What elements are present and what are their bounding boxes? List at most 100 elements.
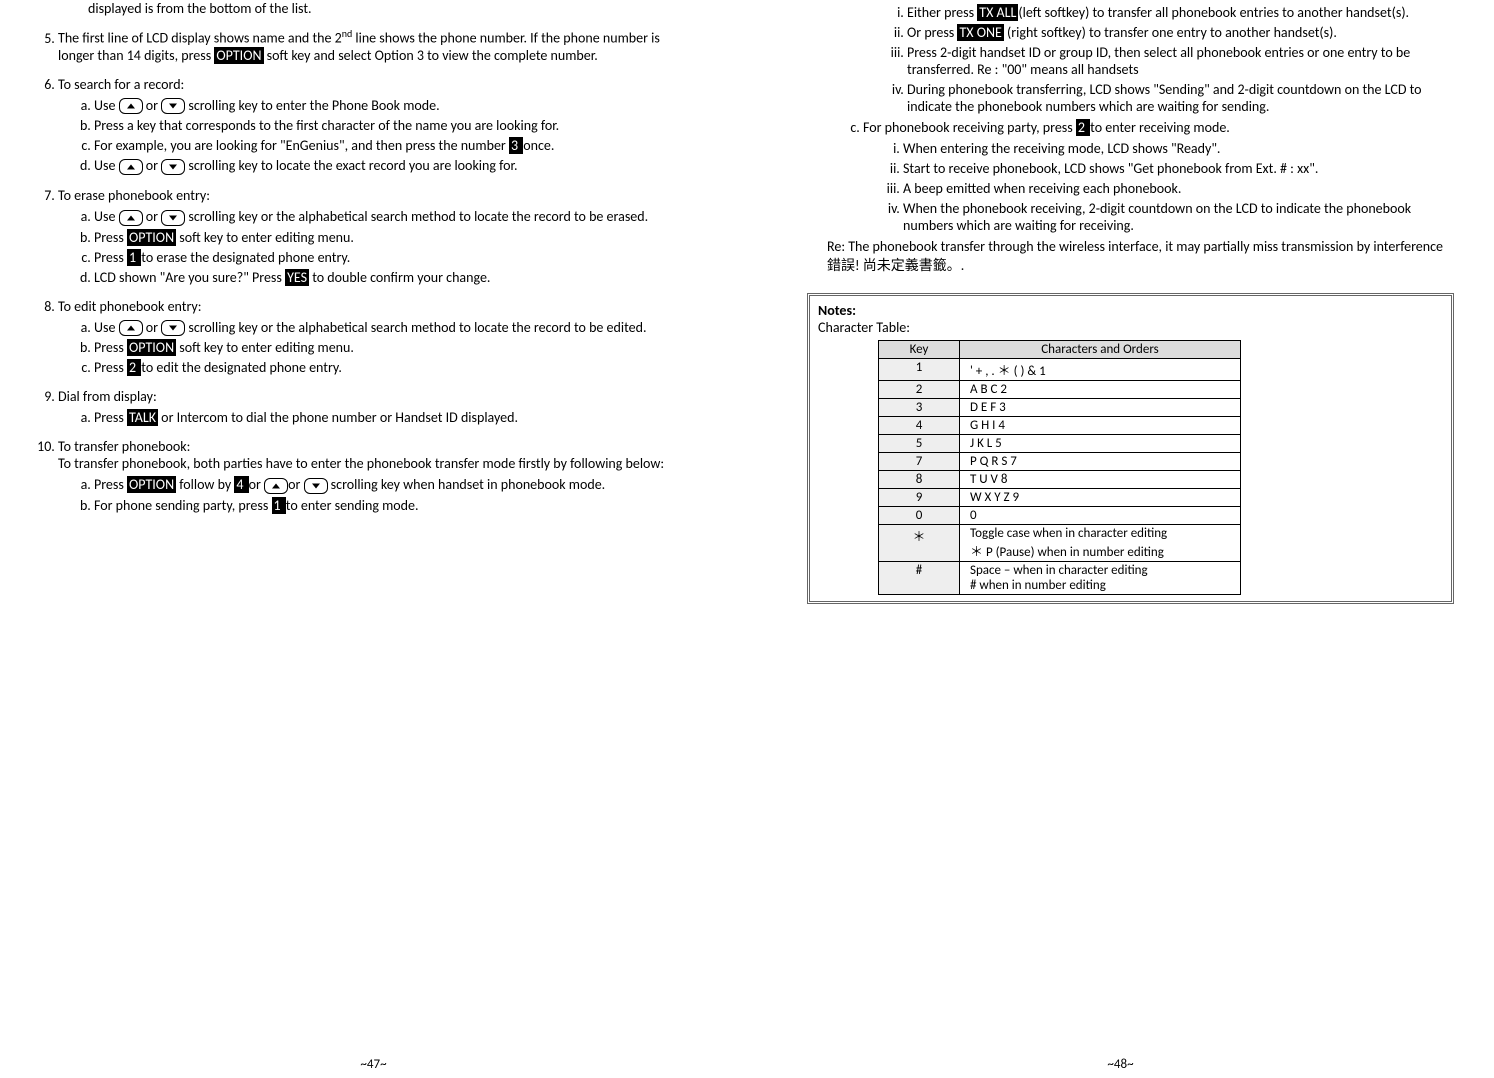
cell-key: 4 [879,417,960,435]
down-icon [161,320,185,336]
up-icon [264,478,288,494]
table-row: 5J K L 5 [879,435,1241,453]
table-row: 00 [879,507,1241,525]
key-2: 2 [1076,119,1090,136]
b-iii: Press 2-digit handset ID or group ID, th… [907,44,1454,78]
table-row: 8T U V 8 [879,471,1241,489]
option-key: OPTION [214,47,263,64]
c-iii: A beep emitted when receiving each phone… [903,180,1454,197]
cell-chars: D E F 3 [960,399,1241,417]
continuation-text: displayed is from the bottom of the list… [88,0,697,17]
cell-chars: ' + , . ＊ ( ) & 1 [960,359,1241,381]
down-icon [161,98,185,114]
cell-key: 5 [879,435,960,453]
cell-key: ＊ [879,525,960,562]
cell-key: 3 [879,399,960,417]
item-5: The first line of LCD display shows name… [58,27,697,64]
item-10a: Press OPTION follow by 4 or or scrolling… [94,476,697,494]
table-row: 4G H I 4 [879,417,1241,435]
item-8b: Press OPTION soft key to enter editing m… [94,339,697,356]
table-row: 1' + , . ＊ ( ) & 1 [879,359,1241,381]
item-7b: Press OPTION soft key to enter editing m… [94,229,697,246]
table-row: ＊Toggle case when in character editing＊ … [879,525,1241,562]
item-6d: Use or scrolling key to locate the exact… [94,157,697,175]
notes-subtitle: Character Table: [818,319,910,336]
page-48: Either press TX ALL(left softkey) to tra… [747,0,1494,1078]
item-8c: Press 2 to edit the designated phone ent… [94,359,697,376]
cell-key: 2 [879,381,960,399]
item-9a: Press TALK or Intercom to dial the phone… [94,409,697,426]
item-8a: Use or scrolling key or the alphabetical… [94,319,697,337]
table-row: 3D E F 3 [879,399,1241,417]
cell-chars: Space – when in character editing# when … [960,562,1241,595]
option-key: OPTION [127,339,176,356]
option-key: OPTION [127,229,176,246]
th-chars: Characters and Orders [960,341,1241,359]
table-row: 7P Q R S 7 [879,453,1241,471]
item-10b: For phone sending party, press 1 to ente… [94,497,697,514]
cell-chars: P Q R S 7 [960,453,1241,471]
cell-chars: T U V 8 [960,471,1241,489]
item-6a: Use or scrolling key to enter the Phone … [94,97,697,115]
item-10: To transfer phonebook: To transfer phone… [58,438,697,514]
cell-chars: A B C 2 [960,381,1241,399]
cell-chars: G H I 4 [960,417,1241,435]
item-8: To edit phonebook entry: Use or scrollin… [58,298,697,377]
key-3: 3 [509,137,523,154]
c-ii: Start to receive phonebook, LCD shows "G… [903,160,1454,177]
cell-chars: W X Y Z 9 [960,489,1241,507]
table-row: 2A B C 2 [879,381,1241,399]
up-icon [119,320,143,336]
key-1: 1 [272,497,286,514]
item-6b: Press a key that corresponds to the firs… [94,117,697,134]
cell-key: 7 [879,453,960,471]
tx-one-key: TX ONE [957,24,1003,41]
down-icon [161,210,185,226]
notes-box: Notes: Character Table: Key Characters a… [807,293,1454,604]
up-icon [119,159,143,175]
option-key: OPTION [127,476,176,493]
main-list: The first line of LCD display shows name… [30,27,697,514]
cell-chars: Toggle case when in character editing＊ P… [960,525,1241,562]
cell-chars: J K L 5 [960,435,1241,453]
key-2: 2 [127,359,141,376]
table-row: 9W X Y Z 9 [879,489,1241,507]
b-iv: During phonebook transferring, LCD shows… [907,81,1454,115]
character-table: Key Characters and Orders 1' + , . ＊ ( )… [878,340,1241,595]
b-i: Either press TX ALL(left softkey) to tra… [907,4,1454,21]
c-iv: When the phonebook receiving, 2-digit co… [903,200,1454,234]
item-6: To search for a record: Use or scrolling… [58,76,697,175]
item-10b-sub: Either press TX ALL(left softkey) to tra… [867,4,1454,115]
item-6c: For example, you are looking for "EnGeni… [94,137,697,154]
cell-key: 8 [879,471,960,489]
cell-key: 0 [879,507,960,525]
cell-key: 9 [879,489,960,507]
page-number: ~47~ [360,1057,386,1072]
cell-key: 1 [879,359,960,381]
cell-key: # [879,562,960,595]
key-1: 1 [127,249,141,266]
remark-line: Re: The phonebook transfer through the w… [827,238,1454,275]
item-7: To erase phonebook entry: Use or scrolli… [58,187,697,286]
item-10-sub-c: For phonebook receiving party, press 2 t… [827,119,1454,234]
down-icon [304,478,328,494]
talk-key: TALK [127,409,158,426]
b-ii: Or press TX ONE (right softkey) to trans… [907,24,1454,41]
page-47: displayed is from the bottom of the list… [0,0,747,1078]
cell-chars: 0 [960,507,1241,525]
item-9: Dial from display: Press TALK or Interco… [58,388,697,426]
page-number: ~48~ [1107,1057,1133,1072]
up-icon [119,98,143,114]
tx-all-key: TX ALL [977,4,1018,21]
item-7a: Use or scrolling key or the alphabetical… [94,208,697,226]
up-icon [119,210,143,226]
th-key: Key [879,341,960,359]
down-icon [161,159,185,175]
yes-key: YES [285,269,309,286]
item-10c: For phonebook receiving party, press 2 t… [863,119,1454,234]
c-i: When entering the receiving mode, LCD sh… [903,140,1454,157]
item-7d: LCD shown "Are you sure?" Press YES to d… [94,269,697,286]
item-7c: Press 1 to erase the designated phone en… [94,249,697,266]
key-4: 4 [234,476,248,493]
notes-title: Notes: [818,302,856,319]
